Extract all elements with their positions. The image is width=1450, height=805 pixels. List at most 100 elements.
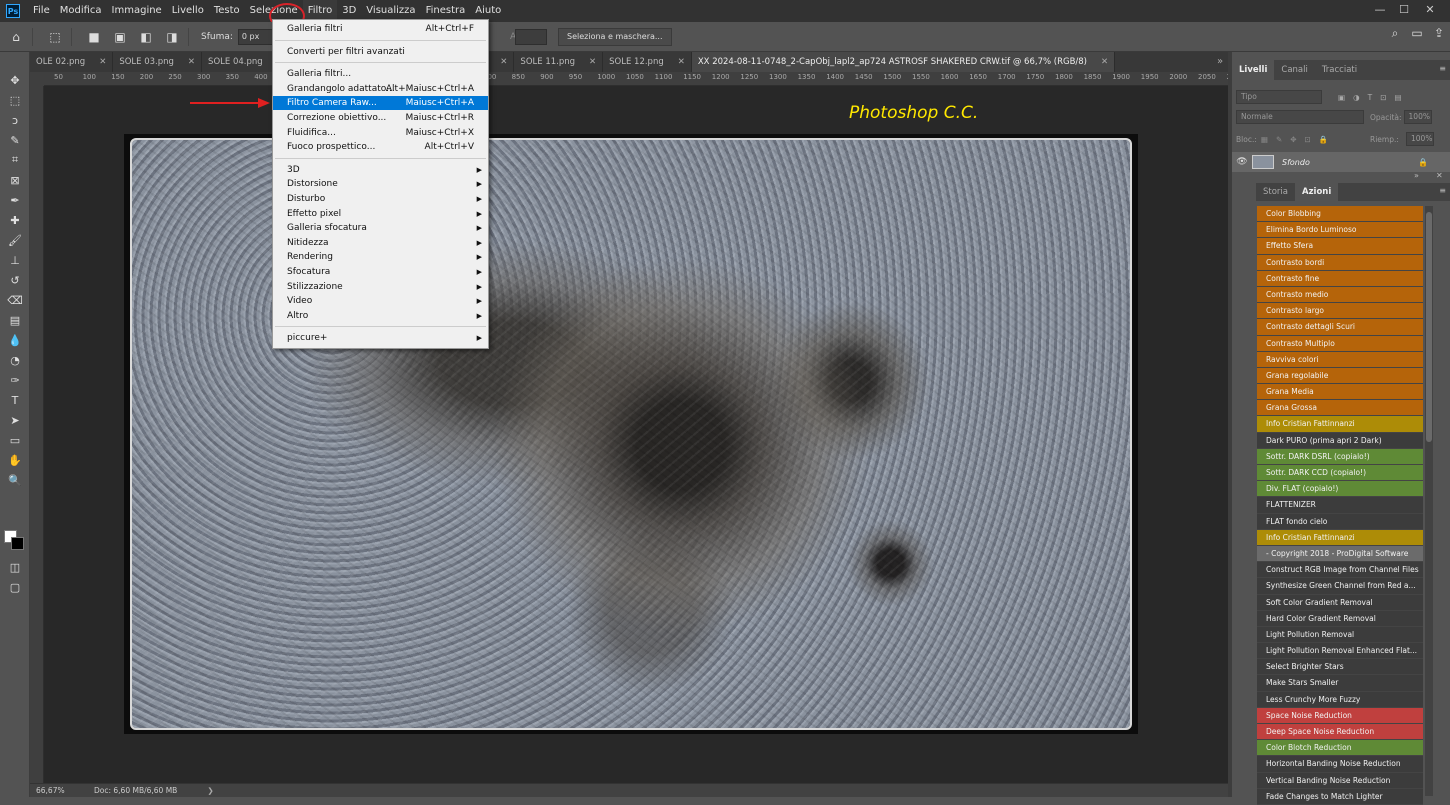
filter-menu-item[interactable]: Altro ▶ [273, 309, 488, 323]
layer-name[interactable]: Sfondo [1282, 158, 1310, 167]
document-tab[interactable]: SOLE 11.png ✕ [514, 52, 604, 72]
action-item[interactable]: Contrasto fine [1257, 270, 1423, 287]
lasso-icon[interactable]: ↄ [0, 110, 30, 130]
move-icon[interactable]: ✥ [0, 70, 30, 90]
brush-icon[interactable]: 🖌 [0, 230, 30, 250]
action-item[interactable]: Construct RGB Image from Channel Files [1257, 562, 1423, 579]
action-item[interactable]: Light Pollution Removal [1257, 626, 1423, 644]
tab-actions[interactable]: Azioni [1295, 183, 1339, 201]
filter-menu-item[interactable]: Effetto pixel ▶ [273, 207, 488, 221]
menu-immagine[interactable]: Immagine [107, 0, 167, 22]
path-select-icon[interactable]: ➤ [0, 410, 30, 430]
filter-menu-item[interactable]: Nitidezza ▶ [273, 236, 488, 250]
marquee-preset-icon[interactable]: ⬚ [45, 27, 65, 47]
action-item[interactable]: Vertical Banding Noise Reduction [1257, 772, 1423, 789]
menu-modifica[interactable]: Modifica [55, 0, 107, 22]
shape-icon[interactable]: ▭ [0, 430, 30, 450]
canvas-area[interactable]: Photoshop C.C. [44, 86, 1228, 783]
tabs-overflow-icon[interactable]: » [1212, 52, 1228, 72]
filter-menu-item[interactable]: Sfocatura ▶ [273, 265, 488, 279]
action-item[interactable]: Info Cristian Fattinnanzi [1257, 416, 1423, 433]
action-item[interactable]: Grana regolabile [1257, 367, 1423, 385]
subtract-selection-icon[interactable]: ◧ [136, 27, 156, 47]
action-item[interactable]: - Copyright 2018 - ProDigital Software [1257, 545, 1423, 563]
filter-menu-item[interactable]: Disturbo ▶ [273, 192, 488, 206]
filter-menu-item[interactable]: Rendering ▶ [273, 250, 488, 264]
layer-filter-icons[interactable]: ▣◑T⊡▤ [1338, 93, 1410, 102]
filter-menu-item[interactable]: Fluidifica... Maiusc+Ctrl+X [273, 126, 488, 140]
close-tab-icon[interactable]: ✕ [589, 52, 596, 72]
filter-menu-item[interactable]: 3D ▶ [273, 163, 488, 177]
select-and-mask-button[interactable]: Seleziona e maschera... [558, 28, 672, 46]
filter-menu-item[interactable]: Distorsione ▶ [273, 177, 488, 191]
action-item[interactable]: Select Brighter Stars [1257, 659, 1423, 676]
frame-icon[interactable]: ⊠ [0, 170, 30, 190]
action-item[interactable]: Color Blobbing [1257, 206, 1423, 223]
blend-mode-select[interactable]: Normale [1236, 110, 1364, 124]
crop-icon[interactable]: ⌗ [0, 150, 30, 170]
action-item[interactable]: Elimina Bordo Luminoso [1257, 222, 1423, 239]
gradient-icon[interactable]: ▤ [0, 310, 30, 330]
filter-menu-item[interactable]: Fuoco prospettico... Alt+Ctrl+V [273, 140, 488, 154]
action-item[interactable]: Soft Color Gradient Removal [1257, 594, 1423, 611]
tab-paths[interactable]: Tracciati [1315, 60, 1364, 80]
close-panel-icon[interactable]: ✕ [1436, 171, 1443, 180]
action-item[interactable]: Effetto Sfera [1257, 238, 1423, 255]
action-item[interactable]: Ravviva colori [1257, 351, 1423, 368]
action-item[interactable]: FLATTENIZER [1257, 497, 1423, 514]
document-tab[interactable]: XX 2024-08-11-0748_2-CapObj_lapl2_ap724 … [691, 52, 1116, 72]
document-tab[interactable]: OLE 02.png ✕ [30, 52, 114, 72]
screen-mode-icon[interactable]: ▢ [0, 577, 30, 597]
action-item[interactable]: Sottr. DARK DSRL (copialo!) [1257, 448, 1423, 465]
actions-menu-icon[interactable]: ≡ [1439, 186, 1446, 195]
filter-menu-item[interactable]: Grandangolo adattato... Alt+Maiusc+Ctrl+A [273, 82, 488, 96]
panel-menu-icon[interactable]: ≡ [1439, 64, 1446, 73]
close-tab-icon[interactable]: ✕ [500, 52, 507, 72]
action-item[interactable]: Contrasto medio [1257, 286, 1423, 304]
action-item[interactable]: Make Stars Smaller [1257, 675, 1423, 692]
action-item[interactable]: Horizontal Banding Noise Reduction [1257, 756, 1423, 773]
filter-menu-item[interactable]: Galleria filtri Alt+Ctrl+F [273, 22, 488, 36]
eraser-icon[interactable]: ⌫ [0, 290, 30, 310]
quick-mask-icon[interactable]: ◫ [0, 557, 30, 577]
close-tab-icon[interactable]: ✕ [99, 52, 106, 72]
eye-icon[interactable]: 👁 [1232, 157, 1252, 167]
filter-menu-item[interactable]: Converti per filtri avanzati [273, 45, 488, 59]
filter-menu-item[interactable]: Stilizzazione ▶ [273, 280, 488, 294]
marquee-icon[interactable]: ⬚ [0, 90, 30, 110]
action-item[interactable]: Space Noise Reduction [1257, 707, 1423, 724]
healing-icon[interactable]: ✚ [0, 210, 30, 230]
zoom-icon[interactable]: 🔍 [0, 470, 30, 490]
new-selection-icon[interactable]: ■ [84, 27, 104, 47]
menu-testo[interactable]: Testo [209, 0, 245, 22]
layer-row[interactable]: 👁 Sfondo 🔒 [1232, 152, 1450, 172]
action-item[interactable]: Contrasto dettagli Scuri [1257, 319, 1423, 336]
workspace-icon[interactable]: ▭ [1406, 26, 1428, 41]
fill-input[interactable]: 100% [1406, 132, 1434, 146]
action-item[interactable]: Contrasto largo [1257, 303, 1423, 320]
filter-menu-item[interactable]: Filtro Camera Raw... Maiusc+Ctrl+A [273, 96, 488, 111]
search-icon[interactable]: ⌕ [1384, 26, 1406, 41]
hand-icon[interactable]: ✋ [0, 450, 30, 470]
intersect-selection-icon[interactable]: ◨ [162, 27, 182, 47]
background-color-swatch[interactable] [11, 537, 24, 550]
tab-layers[interactable]: Livelli [1232, 60, 1275, 80]
tab-history[interactable]: Storia [1256, 183, 1295, 201]
menu-file[interactable]: File [28, 0, 55, 22]
action-item[interactable]: Info Cristian Fattinnanzi [1257, 529, 1423, 546]
action-item[interactable]: Dark PURO (prima apri 2 Dark) [1257, 432, 1423, 449]
quick-select-icon[interactable]: ✎ [0, 130, 30, 150]
filter-menu-item[interactable]: Video ▶ [273, 294, 488, 308]
action-item[interactable]: Grana Grossa [1257, 400, 1423, 417]
action-item[interactable]: Contrasto bordi [1257, 254, 1423, 271]
filter-menu-item[interactable]: Galleria sfocatura ▶ [273, 221, 488, 235]
minimize-button[interactable]: — [1368, 0, 1392, 22]
layer-filter-search[interactable]: Tipo [1236, 90, 1322, 104]
status-menu-icon[interactable]: ❯ [207, 786, 213, 795]
home-icon[interactable]: ⌂ [6, 27, 26, 47]
lock-icons[interactable]: ▦✎✥⊡🔒 [1261, 135, 1336, 144]
zoom-level[interactable]: 66,67% [30, 786, 90, 795]
filter-menu-item[interactable]: piccure+ ▶ [273, 331, 488, 345]
action-item[interactable]: Hard Color Gradient Removal [1257, 610, 1423, 627]
action-item[interactable]: Color Blotch Reduction [1257, 740, 1423, 757]
